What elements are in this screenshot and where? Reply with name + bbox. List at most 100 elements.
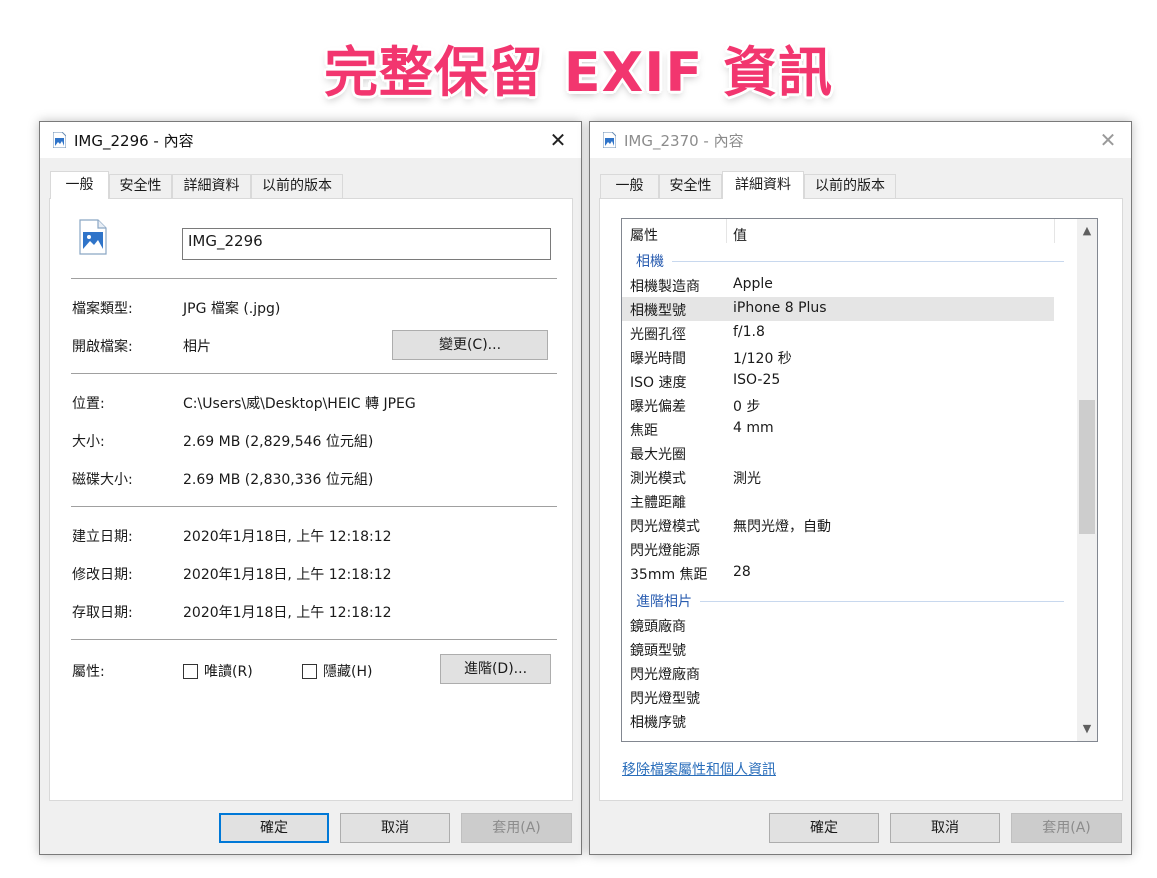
modified-value: 2020年1月18日, 上午 12:18:12: [183, 567, 392, 583]
dialog-title: IMG_2296 - 內容: [74, 132, 194, 150]
accessed-label: 存取日期:: [72, 605, 133, 621]
file-type-label: 檔案類型:: [72, 301, 133, 317]
remove-properties-link[interactable]: 移除檔案屬性和個人資訊: [622, 759, 776, 779]
ok-button[interactable]: 確定: [769, 813, 879, 843]
opens-with-value: 相片: [183, 339, 211, 355]
group-advanced-photo: 進階相片: [636, 594, 692, 610]
cancel-button[interactable]: 取消: [340, 813, 450, 843]
property-name: 閃光燈能源: [630, 543, 700, 559]
properties-dialog-details: IMG_2370 - 內容 ✕ 一般 安全性 詳細資料 以前的版本 屬性 值 相…: [589, 121, 1132, 855]
property-row[interactable]: 曝光時間 1/120 秒: [622, 345, 1054, 369]
readonly-label: 唯讀(R): [204, 664, 253, 680]
value-column-header[interactable]: 值: [733, 225, 747, 245]
divider: [71, 639, 557, 640]
image-file-icon: [603, 132, 616, 148]
tab-previous-versions[interactable]: 以前的版本: [804, 174, 896, 198]
property-column-header[interactable]: 屬性: [630, 225, 658, 245]
tab-security[interactable]: 安全性: [109, 174, 172, 198]
tab-general[interactable]: 一般: [50, 171, 109, 199]
apply-button[interactable]: 套用(A): [461, 813, 572, 843]
property-name: 曝光偏差: [630, 399, 686, 415]
hidden-checkbox[interactable]: [302, 664, 317, 679]
property-name: 鏡頭型號: [630, 643, 686, 659]
tab-security[interactable]: 安全性: [659, 174, 722, 198]
property-row[interactable]: 相機序號: [622, 709, 1054, 733]
size-value: 2.69 MB (2,829,546 位元組): [183, 434, 374, 450]
property-row[interactable]: 閃光燈能源: [622, 537, 1054, 561]
title-bar: IMG_2296 - 內容 ✕: [40, 122, 581, 158]
property-row[interactable]: 主體距離: [622, 489, 1054, 513]
property-name: 最大光圈: [630, 447, 686, 463]
close-icon[interactable]: ✕: [1093, 126, 1123, 154]
cancel-button[interactable]: 取消: [890, 813, 1000, 843]
property-row[interactable]: 閃光燈型號: [622, 685, 1054, 709]
scroll-down-icon[interactable]: ▼: [1077, 719, 1097, 739]
group-divider: [700, 601, 1064, 602]
property-row[interactable]: 鏡頭型號: [622, 637, 1054, 661]
property-row[interactable]: 相機製造商 Apple: [622, 273, 1054, 297]
list-header: 屬性 值: [622, 219, 1082, 247]
property-row[interactable]: 閃光燈模式 無閃光燈，自動: [622, 513, 1054, 537]
image-file-icon: [79, 219, 107, 255]
tab-details[interactable]: 詳細資料: [722, 171, 804, 199]
tab-general[interactable]: 一般: [600, 174, 659, 198]
property-name: 相機型號: [630, 303, 686, 319]
property-name: 曝光時間: [630, 351, 686, 367]
property-value: iPhone 8 Plus: [733, 300, 827, 316]
scroll-up-icon[interactable]: ▲: [1077, 221, 1097, 241]
scroll-thumb[interactable]: [1079, 400, 1095, 534]
ok-button[interactable]: 確定: [219, 813, 329, 843]
column-separator: [726, 219, 727, 243]
size-label: 大小:: [72, 434, 105, 450]
group-camera: 相機: [636, 254, 664, 270]
property-value: Apple: [733, 276, 773, 292]
divider: [71, 506, 557, 507]
tab-details[interactable]: 詳細資料: [172, 174, 251, 198]
change-button[interactable]: 變更(C)...: [392, 330, 548, 360]
property-row[interactable]: 焦距 4 mm: [622, 417, 1054, 441]
details-panel: 屬性 值 相機 相機製造商 Apple 相機型號 iPhone 8 Plus 光圈孔徑 f…: [599, 198, 1123, 801]
property-row[interactable]: 相機型號 iPhone 8 Plus: [622, 297, 1054, 321]
location-label: 位置:: [72, 396, 105, 412]
property-name: 相機製造商: [630, 279, 700, 295]
apply-button[interactable]: 套用(A): [1011, 813, 1122, 843]
headline: 完整保留 EXIF 資訊: [323, 41, 834, 104]
property-row[interactable]: 測光模式 測光: [622, 465, 1054, 489]
close-icon[interactable]: ✕: [543, 126, 573, 154]
divider: [71, 278, 557, 279]
attributes-label: 屬性:: [72, 664, 105, 680]
readonly-checkbox[interactable]: [183, 664, 198, 679]
advanced-button[interactable]: 進階(D)...: [440, 654, 551, 684]
vertical-scrollbar[interactable]: ▲ ▼: [1077, 219, 1097, 741]
property-value: 0 步: [733, 399, 761, 415]
property-value: 4 mm: [733, 420, 774, 436]
file-name-input[interactable]: IMG_2296: [182, 228, 551, 260]
property-name: ISO 速度: [630, 375, 687, 391]
divider: [71, 373, 557, 374]
file-type-value: JPG 檔案 (.jpg): [183, 301, 281, 317]
image-file-icon: [53, 132, 66, 148]
created-value: 2020年1月18日, 上午 12:18:12: [183, 529, 392, 545]
property-name: 35mm 焦距: [630, 567, 708, 583]
hidden-label: 隱藏(H): [323, 664, 373, 680]
property-name: 測光模式: [630, 471, 686, 487]
modified-label: 修改日期:: [72, 567, 133, 583]
property-row[interactable]: 鏡頭廠商: [622, 613, 1054, 637]
accessed-value: 2020年1月18日, 上午 12:18:12: [183, 605, 392, 621]
properties-dialog-general: IMG_2296 - 內容 ✕ 一般 安全性 詳細資料 以前的版本 IMG_22…: [39, 121, 582, 855]
tab-previous-versions[interactable]: 以前的版本: [251, 174, 343, 198]
property-row[interactable]: 最大光圈: [622, 441, 1054, 465]
property-name: 鏡頭廠商: [630, 619, 686, 635]
property-row[interactable]: ISO 速度 ISO-25: [622, 369, 1054, 393]
property-row[interactable]: 曝光偏差 0 步: [622, 393, 1054, 417]
property-value: f/1.8: [733, 324, 765, 340]
general-panel: IMG_2296 檔案類型: JPG 檔案 (.jpg) 開啟檔案: 相片 變更…: [49, 198, 573, 801]
property-row[interactable]: 35mm 焦距 28: [622, 561, 1054, 585]
property-row[interactable]: 閃光燈廠商: [622, 661, 1054, 685]
property-list[interactable]: 屬性 值 相機 相機製造商 Apple 相機型號 iPhone 8 Plus 光圈孔徑 f…: [621, 218, 1098, 742]
title-bar: IMG_2370 - 內容 ✕: [590, 122, 1131, 158]
property-row[interactable]: 光圈孔徑 f/1.8: [622, 321, 1054, 345]
property-value: 1/120 秒: [733, 351, 792, 367]
dialog-title: IMG_2370 - 內容: [624, 132, 744, 150]
property-name: 閃光燈模式: [630, 519, 700, 535]
